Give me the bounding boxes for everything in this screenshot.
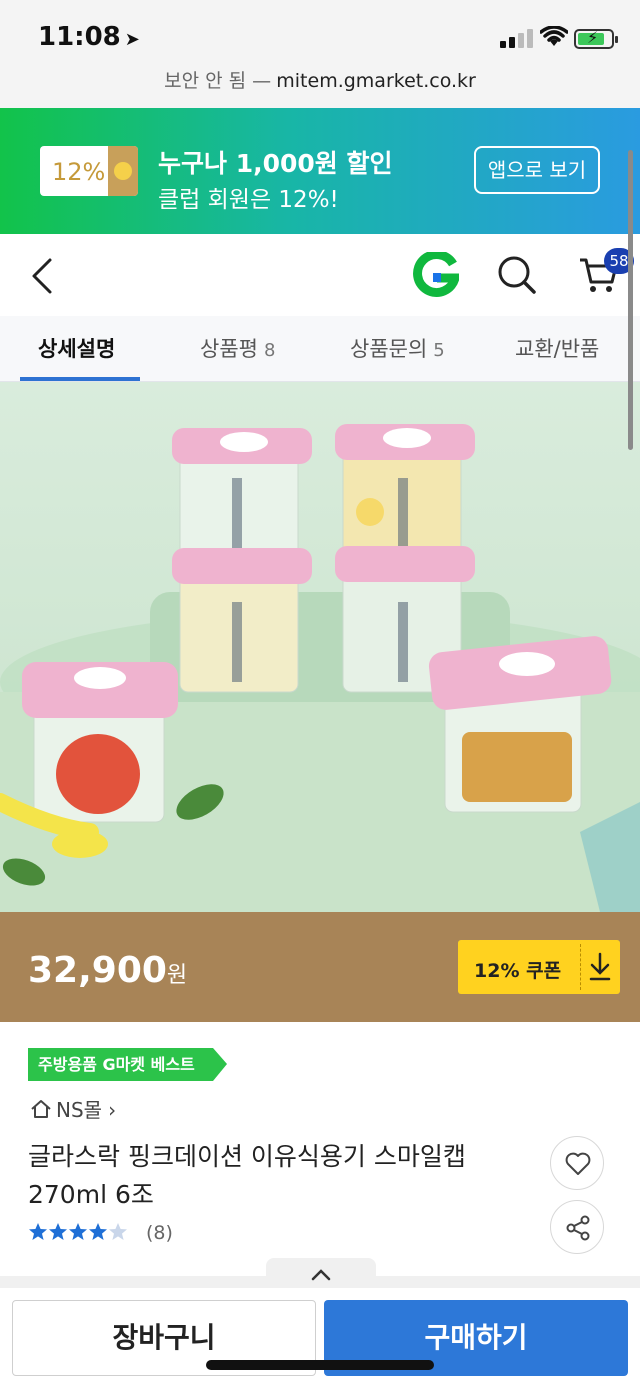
coupon-label: 12% 쿠폰 — [474, 960, 562, 982]
discount-badge-text: 12% — [52, 158, 106, 186]
wifi-icon — [540, 26, 568, 46]
review-count[interactable]: (8) — [146, 1222, 173, 1244]
product-photo-illustration — [0, 424, 640, 912]
tab-returns[interactable]: 교환/반품 — [515, 316, 599, 382]
detail-tabs: 상세설명 상품평 8 상품문의 5 교환/반품 — [0, 316, 640, 382]
discount-badge: 12% — [40, 146, 138, 196]
tab-reviews[interactable]: 상품평 8 — [200, 316, 275, 382]
share-button[interactable] — [550, 1200, 604, 1254]
star-icon — [69, 1223, 87, 1240]
share-icon — [566, 1215, 590, 1241]
store-name: NS몰 — [56, 1098, 103, 1122]
expand-handle[interactable] — [266, 1258, 376, 1292]
product-image[interactable] — [0, 382, 640, 912]
wishlist-button[interactable] — [550, 1136, 604, 1190]
chevron-up-icon — [311, 1269, 331, 1281]
coin-icon — [108, 146, 138, 196]
store-link[interactable]: NS몰 › — [30, 1094, 116, 1123]
container-strawberry — [22, 662, 178, 823]
star-rating — [29, 1223, 127, 1240]
promo-subline: 클럽 회원은 12%! — [158, 187, 339, 213]
open-app-button[interactable]: 앱으로 보기 — [474, 146, 600, 194]
page: 11:08 ➤ ⚡ 보안 안 됨 — mitem.gmarket.co.kr 12… — [0, 0, 640, 1386]
active-tab-indicator — [20, 377, 140, 381]
address-bar[interactable]: 보안 안 됨 — mitem.gmarket.co.kr — [0, 60, 640, 108]
star-icon — [29, 1223, 47, 1240]
product-price: 32,900원 — [28, 950, 188, 991]
best-seller-tag[interactable]: 주방용품 G마켓 베스트 — [28, 1048, 227, 1081]
star-icon — [49, 1223, 67, 1240]
top-header — [0, 234, 640, 316]
back-arrow-icon[interactable] — [30, 256, 54, 296]
location-arrow-icon: ➤ — [124, 29, 140, 50]
coupon-download-button[interactable]: 12% 쿠폰 — [458, 940, 620, 994]
promo-headline: 누구나 1,000원 할인 — [158, 149, 393, 178]
search-icon[interactable] — [496, 254, 538, 296]
status-bar: 11:08 ➤ ⚡ — [0, 0, 640, 60]
home-indicator[interactable] — [206, 1360, 434, 1370]
tab-inquiries[interactable]: 상품문의 5 — [350, 316, 445, 382]
star-icon — [89, 1223, 107, 1240]
container-top-left — [172, 428, 312, 558]
gmarket-logo-icon[interactable] — [413, 252, 459, 298]
clock: 11:08 ➤ — [38, 22, 140, 52]
product-title: 글라스락 핑크데이션 이유식용기 스마일캡 270ml 6조 — [28, 1142, 466, 1209]
tab-details[interactable]: 상세설명 — [38, 316, 115, 382]
chevron-right-icon: › — [108, 1098, 117, 1122]
page-scrollbar[interactable] — [628, 150, 633, 450]
heart-icon — [565, 1152, 591, 1175]
url-domain: mitem.gmarket.co.kr — [276, 70, 476, 92]
download-icon — [589, 952, 611, 981]
cellular-signal-icon — [500, 28, 534, 48]
security-label: 보안 안 됨 — — [164, 70, 272, 92]
container-middle-left — [172, 548, 312, 693]
battery-icon: ⚡ — [574, 28, 618, 49]
home-icon — [31, 1100, 51, 1118]
star-icon — [109, 1223, 127, 1240]
container-top-right — [335, 424, 475, 558]
